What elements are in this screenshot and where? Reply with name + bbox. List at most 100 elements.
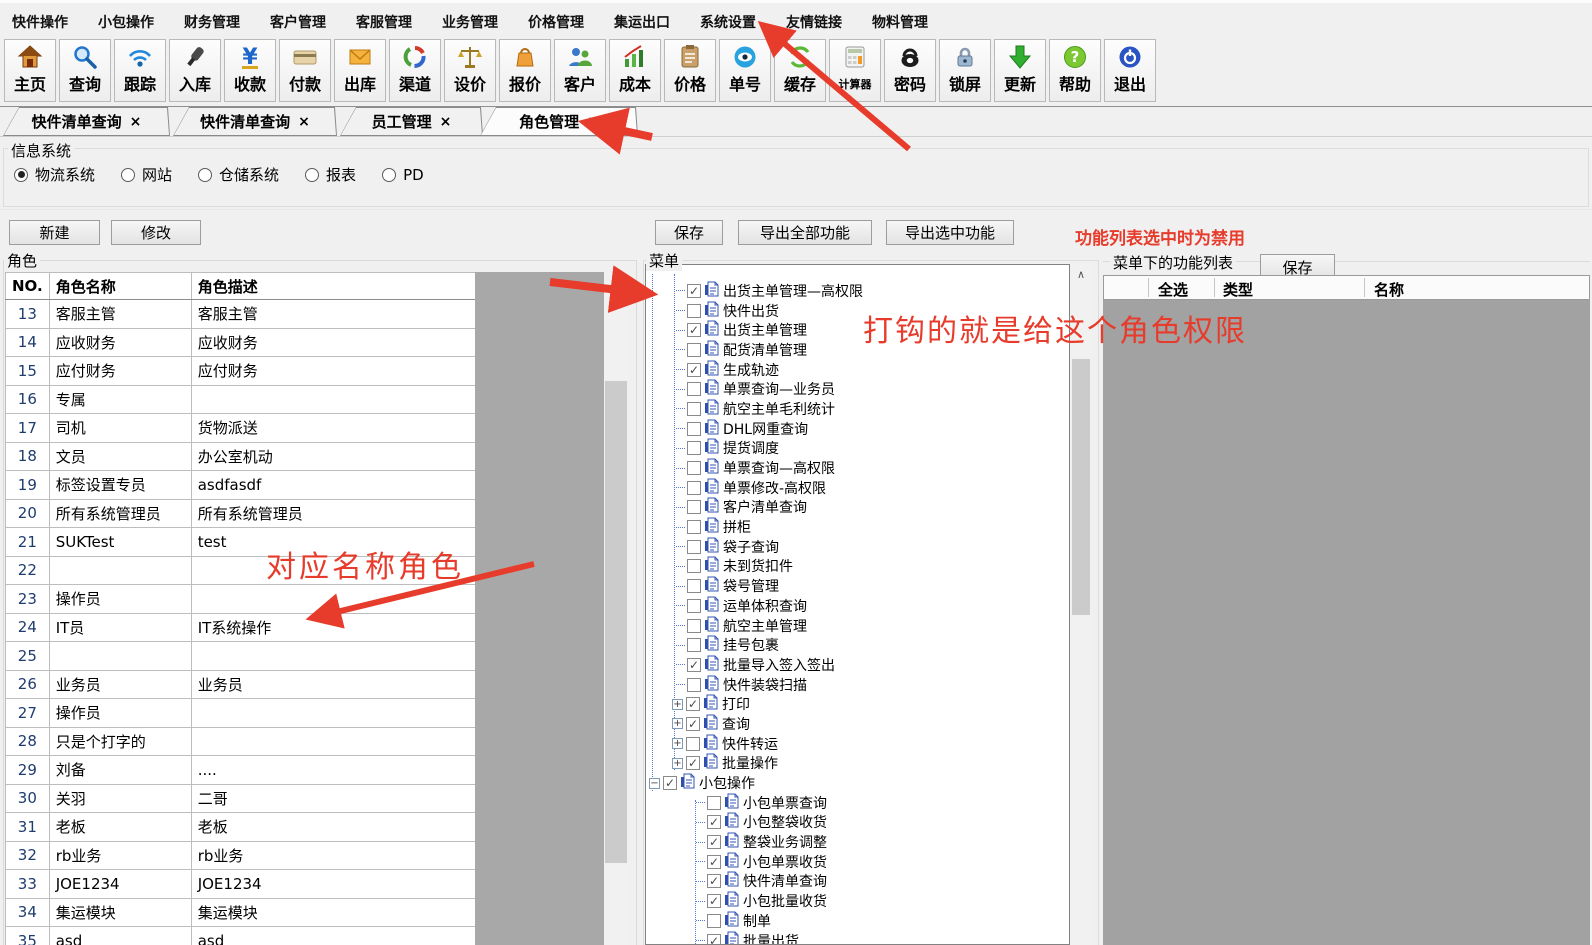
tree-item-label[interactable]: 袋子查询 bbox=[723, 537, 779, 557]
tree-item-label[interactable]: 航空主单管理 bbox=[723, 616, 807, 636]
tree-item-29[interactable]: ✓小包单票收货 bbox=[646, 852, 1069, 872]
tree-item-17[interactable]: 航空主单管理 bbox=[646, 616, 1069, 636]
expand-icon[interactable]: + bbox=[672, 699, 683, 710]
collapse-icon[interactable]: − bbox=[649, 778, 660, 789]
checkbox-checked-icon[interactable]: ✓ bbox=[686, 697, 700, 711]
tree-item-label[interactable]: 整袋业务调整 bbox=[743, 832, 827, 852]
scrollbar-thumb[interactable] bbox=[1072, 359, 1090, 615]
tree-item-25[interactable]: −✓ 小包操作 bbox=[646, 773, 1069, 793]
table-row[interactable]: 25 bbox=[6, 642, 476, 671]
menu-item-7[interactable]: 集运出口 bbox=[614, 12, 670, 32]
tree-item-21[interactable]: +✓打印 bbox=[646, 694, 1069, 714]
tab-1[interactable]: 快件清单查询× bbox=[173, 107, 337, 136]
checkbox-checked-icon[interactable]: ✓ bbox=[707, 815, 721, 829]
toolbar-button-18[interactable]: 更新 bbox=[994, 39, 1046, 102]
toolbar-button-0[interactable]: 主页 bbox=[4, 39, 56, 102]
checkbox-icon[interactable] bbox=[687, 619, 701, 633]
checkbox-checked-icon[interactable]: ✓ bbox=[707, 874, 721, 888]
tree-item-19[interactable]: ✓批量导入签入签出 bbox=[646, 655, 1069, 675]
tree-item-label[interactable]: 小包单票收货 bbox=[743, 852, 827, 872]
tree-item-24[interactable]: +✓批量操作 bbox=[646, 754, 1069, 774]
tree-item-31[interactable]: ✓小包批量收货 bbox=[646, 891, 1069, 911]
table-row[interactable]: 20所有系统管理员所有系统管理员 bbox=[6, 499, 476, 528]
tree-item-9[interactable]: 单票查询—高权限 bbox=[646, 458, 1069, 478]
tab-2[interactable]: 员工管理× bbox=[340, 107, 483, 136]
table-row[interactable]: 18文员办公室机动 bbox=[6, 442, 476, 471]
functions-column-header-1[interactable]: 全选 bbox=[1158, 279, 1188, 300]
checkbox-icon[interactable] bbox=[687, 579, 701, 593]
checkbox-checked-icon[interactable]: ✓ bbox=[707, 894, 721, 908]
tree-item-30[interactable]: ✓ 快件清单查询 bbox=[646, 872, 1069, 892]
tree-item-label[interactable]: 单票修改-高权限 bbox=[723, 478, 826, 498]
checkbox-checked-icon[interactable]: ✓ bbox=[663, 776, 677, 790]
scroll-up-icon[interactable]: ▲ bbox=[604, 272, 628, 292]
save-menu-button[interactable]: 保存 bbox=[655, 220, 723, 245]
checkbox-icon[interactable] bbox=[687, 382, 701, 396]
menu-item-6[interactable]: 价格管理 bbox=[528, 12, 584, 32]
tree-item-0[interactable]: ✓出货主单管理—高权限 bbox=[646, 281, 1069, 301]
tree-item-label[interactable]: 小包操作 bbox=[699, 773, 755, 793]
toolbar-button-17[interactable]: 锁屏 bbox=[939, 39, 991, 102]
radio-icon[interactable] bbox=[121, 168, 135, 182]
checkbox-icon[interactable] bbox=[687, 638, 701, 652]
table-row[interactable]: 17司机货物派送 bbox=[6, 414, 476, 443]
radio-selected-icon[interactable] bbox=[14, 168, 28, 182]
table-row[interactable]: 23操作员 bbox=[6, 585, 476, 614]
tree-item-33[interactable]: ✓批量出货 bbox=[646, 931, 1069, 945]
checkbox-checked-icon[interactable]: ✓ bbox=[687, 323, 701, 337]
tree-item-label[interactable]: 快件清单查询 bbox=[743, 871, 827, 891]
toolbar-button-11[interactable]: 成本 bbox=[609, 39, 661, 102]
checkbox-icon[interactable] bbox=[687, 304, 701, 318]
toolbar-button-10[interactable]: 客户 bbox=[554, 39, 606, 102]
checkbox-icon[interactable] bbox=[687, 343, 701, 357]
expand-icon[interactable]: + bbox=[672, 758, 683, 769]
tree-item-14[interactable]: 未到货扣件 bbox=[646, 557, 1069, 577]
menu-item-10[interactable]: 物料管理 bbox=[872, 12, 928, 32]
table-row[interactable]: 24IT员IT系统操作 bbox=[6, 613, 476, 642]
tree-item-label[interactable]: 快件转运 bbox=[722, 734, 778, 754]
tree-item-label[interactable]: 袋号管理 bbox=[723, 576, 779, 596]
toolbar-button-1[interactable]: 查询 bbox=[59, 39, 111, 102]
radio-option-1[interactable]: 网站 bbox=[121, 164, 172, 185]
tree-item-label[interactable]: 提货调度 bbox=[723, 438, 779, 458]
checkbox-icon[interactable] bbox=[687, 599, 701, 613]
tree-item-label[interactable]: 批量导入签入签出 bbox=[723, 655, 835, 675]
tree-item-26[interactable]: 小包单票查询 bbox=[646, 793, 1069, 813]
radio-option-4[interactable]: PD bbox=[382, 166, 424, 184]
tree-item-label[interactable]: 批量出货 bbox=[743, 931, 799, 945]
menu-item-8[interactable]: 系统设置 bbox=[700, 12, 756, 32]
table-row[interactable]: 34集运模块集运模块 bbox=[6, 898, 476, 927]
toolbar-button-13[interactable]: 单号 bbox=[719, 39, 771, 102]
toolbar-button-19[interactable]: ?帮助 bbox=[1049, 39, 1101, 102]
tree-item-label[interactable]: 单票查询—业务员 bbox=[723, 379, 835, 399]
table-row[interactable]: 29刘备.... bbox=[6, 756, 476, 785]
menu-item-4[interactable]: 客服管理 bbox=[356, 12, 412, 32]
tree-item-7[interactable]: DHL网重查询 bbox=[646, 419, 1069, 439]
table-row[interactable]: 13客服主管客服主管 bbox=[6, 300, 476, 329]
menu-tree-scrollbar[interactable]: ∧ bbox=[1071, 264, 1091, 945]
tree-item-12[interactable]: 拼柜 bbox=[646, 517, 1069, 537]
toolbar-button-15[interactable]: 计算器 bbox=[829, 39, 881, 102]
checkbox-icon[interactable] bbox=[687, 520, 701, 534]
toolbar-button-12[interactable]: 价格 bbox=[664, 39, 716, 102]
new-role-button[interactable]: 新建 bbox=[9, 220, 100, 245]
tab-close-icon[interactable]: × bbox=[440, 114, 452, 130]
tree-item-16[interactable]: 运单体积查询 bbox=[646, 596, 1069, 616]
tree-item-label[interactable]: 未到货扣件 bbox=[723, 556, 793, 576]
table-row[interactable]: 27操作员 bbox=[6, 699, 476, 728]
menu-item-2[interactable]: 财务管理 bbox=[184, 12, 240, 32]
table-row[interactable]: 14应收财务应收财务 bbox=[6, 328, 476, 357]
expand-icon[interactable]: + bbox=[672, 738, 683, 749]
tree-item-label[interactable]: 小包整袋收货 bbox=[743, 812, 827, 832]
export-all-button[interactable]: 导出全部功能 bbox=[738, 220, 872, 245]
export-selected-button[interactable]: 导出选中功能 bbox=[886, 220, 1014, 245]
edit-role-button[interactable]: 修改 bbox=[111, 220, 201, 245]
scroll-up-icon[interactable]: ∧ bbox=[1071, 264, 1091, 284]
checkbox-checked-icon[interactable]: ✓ bbox=[687, 284, 701, 298]
table-row[interactable]: 31老板老板 bbox=[6, 813, 476, 842]
tree-item-8[interactable]: 提货调度 bbox=[646, 439, 1069, 459]
checkbox-icon[interactable] bbox=[687, 461, 701, 475]
tree-item-10[interactable]: 单票修改-高权限 bbox=[646, 478, 1069, 498]
tab-close-icon[interactable]: × bbox=[130, 114, 142, 130]
toolbar-button-4[interactable]: ¥收款 bbox=[224, 39, 276, 102]
